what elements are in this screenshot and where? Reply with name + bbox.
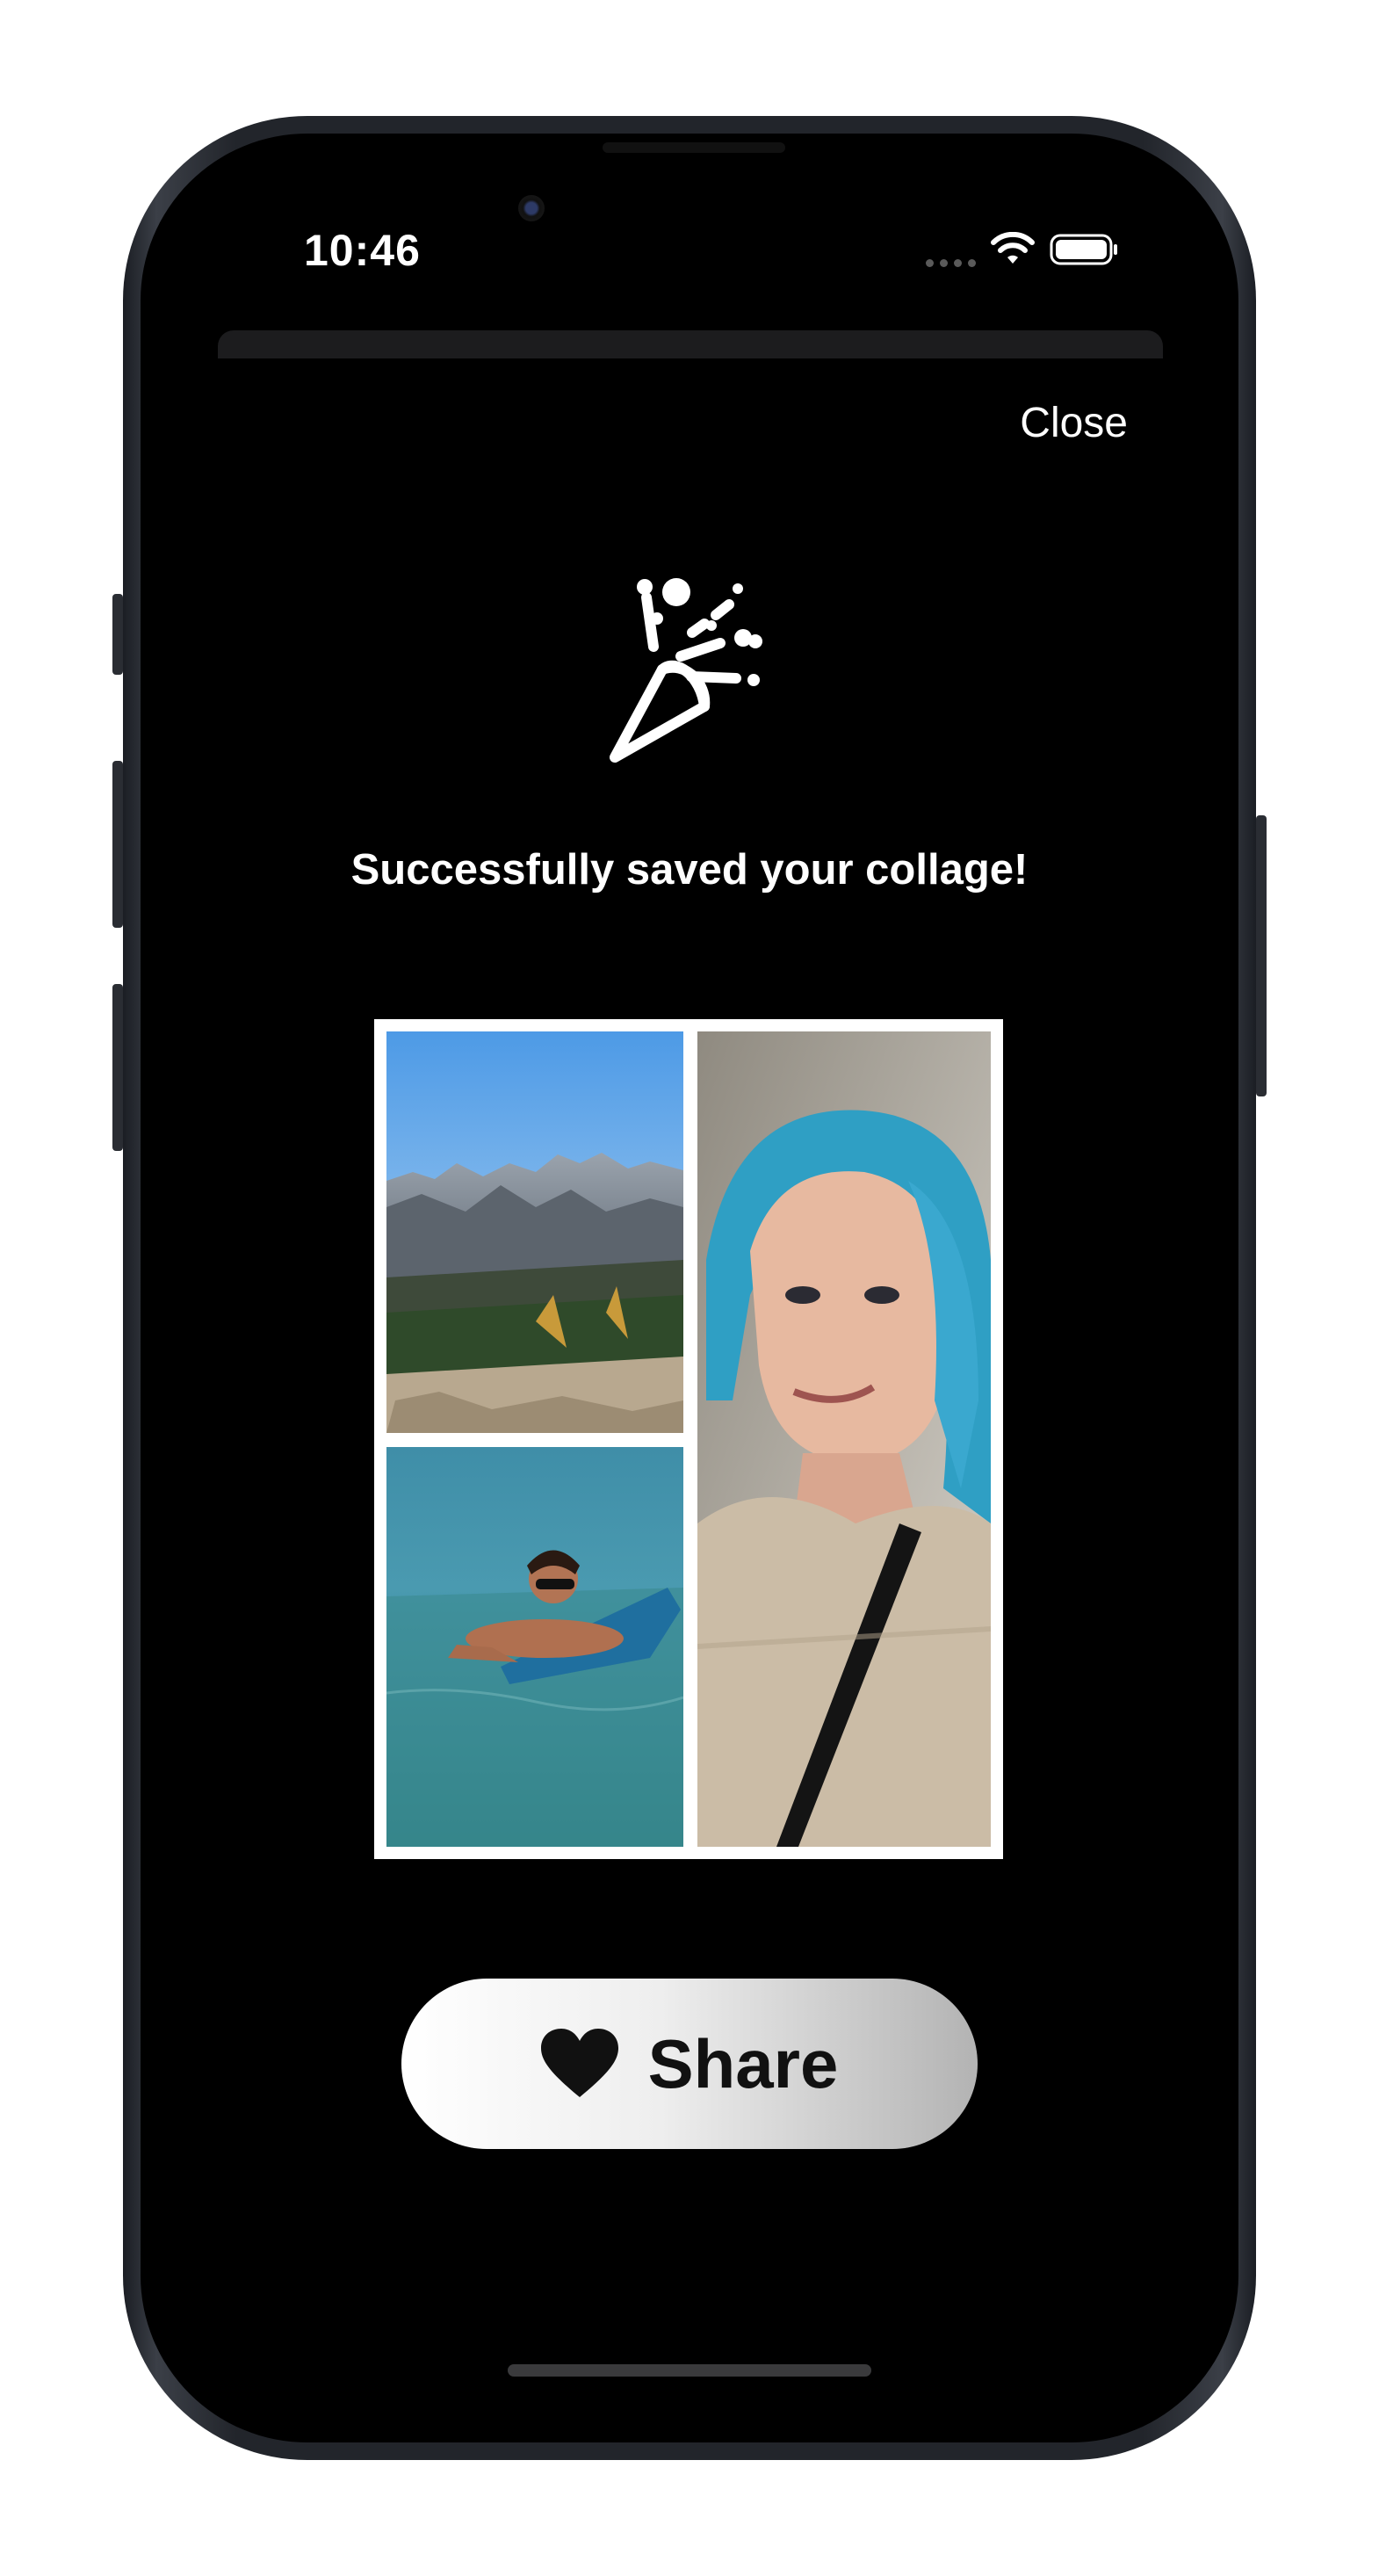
front-camera [518,195,545,221]
share-button[interactable]: Share [401,1979,978,2149]
power-button [1256,815,1267,1096]
party-popper-icon [610,578,762,763]
status-icons [926,232,1120,267]
collage-preview [374,1019,1003,1859]
earpiece-speaker [603,142,785,153]
home-indicator[interactable] [508,2364,871,2377]
share-label: Share [647,2024,839,2102]
close-button[interactable]: Close [1020,399,1128,447]
status-time: 10:46 [304,226,421,275]
signal-icon [926,232,976,267]
woman-blue-hair-portrait-photo [697,1031,991,1847]
man-surfing-photo [386,1447,683,1847]
sheet-top-edge [218,330,1163,358]
mountain-landscape-photo [386,1031,683,1433]
volume-up-button [112,761,123,928]
battery-icon [1050,234,1117,265]
mute-switch [112,594,123,675]
screen: 10:46 Close Successfully saved your coll… [141,134,1238,2442]
volume-down-button [112,984,123,1151]
heart-icon [540,2029,618,2097]
success-message: Successfully saved your collage! [350,846,1029,894]
wifi-icon [991,232,1035,264]
